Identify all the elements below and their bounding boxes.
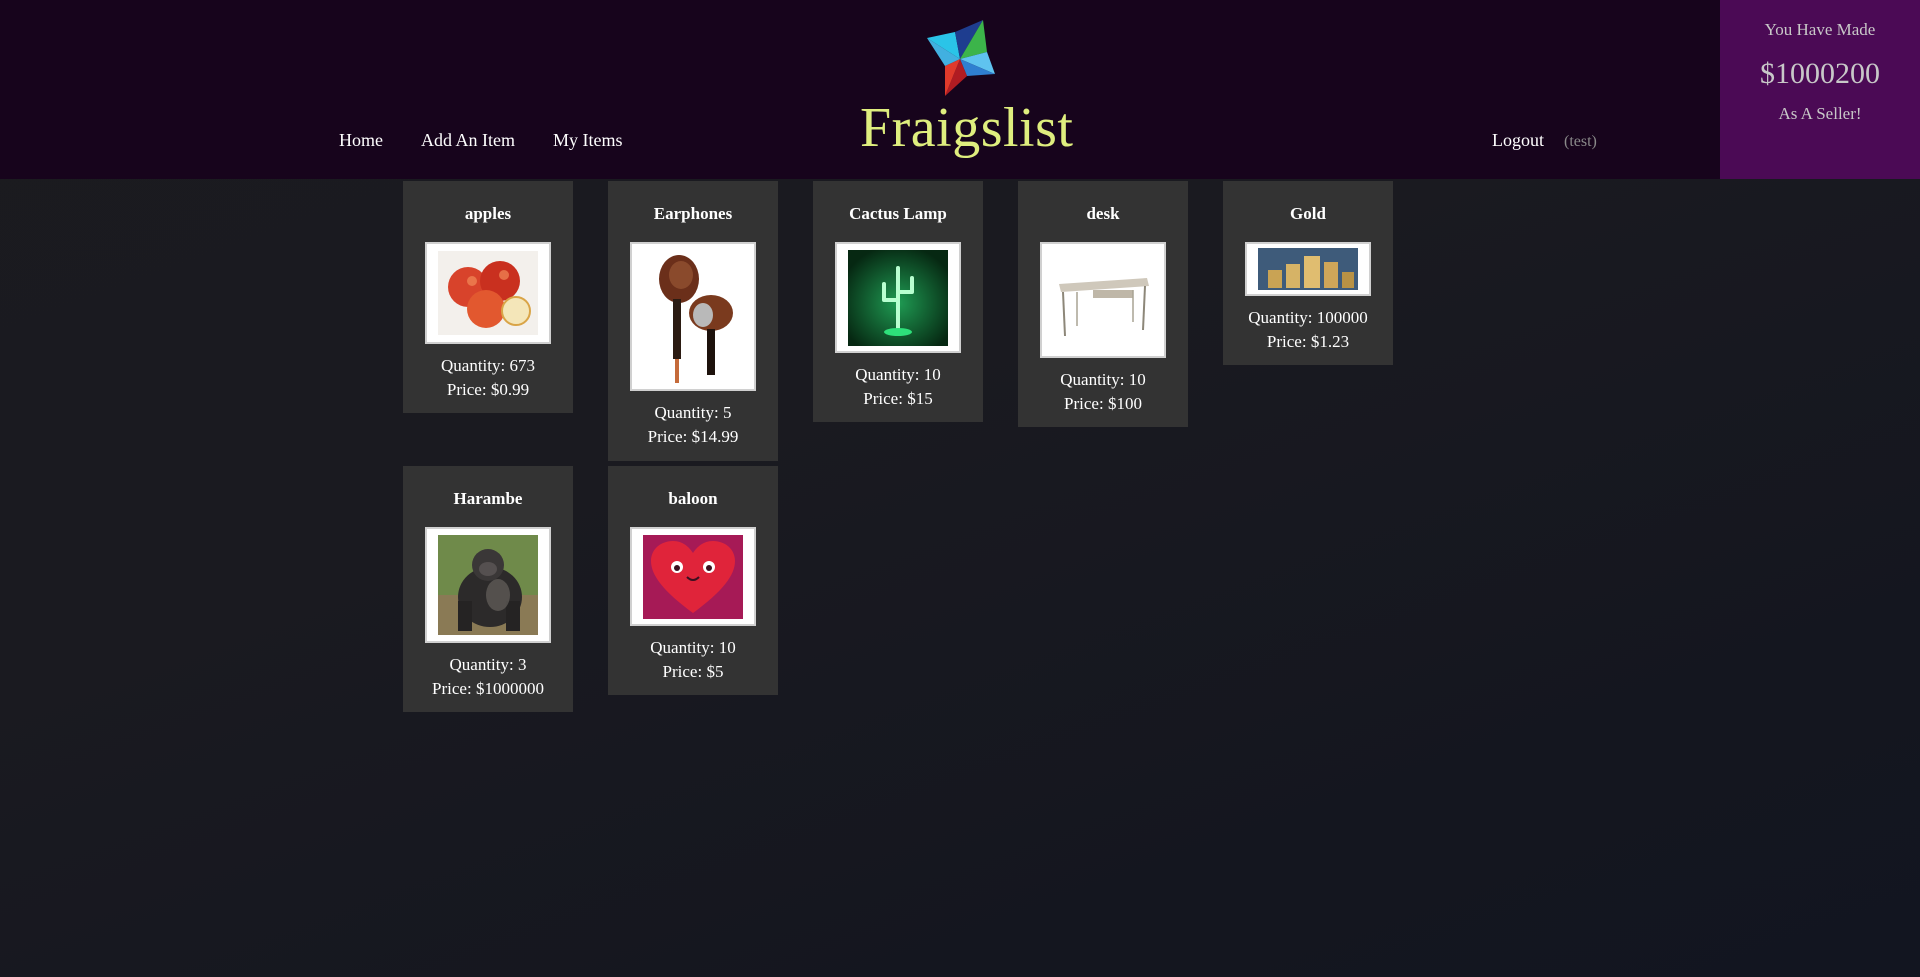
item-quantity: Quantity: 3 bbox=[449, 655, 527, 674]
item-quantity: Quantity: 10 bbox=[855, 365, 941, 384]
account-area: Logout (test) bbox=[1492, 130, 1597, 151]
item-card[interactable]: Earphones Quantity: 5 Price: $14.99 bbox=[608, 181, 778, 461]
item-price: Price: $5 bbox=[662, 662, 724, 681]
logo-text: Fraigslist bbox=[860, 97, 1074, 159]
item-name: Earphones bbox=[653, 204, 733, 223]
gold-coins-image bbox=[1245, 242, 1371, 296]
earnings-panel: You Have Made $1000200 As A Seller! bbox=[1720, 0, 1920, 179]
apples-image bbox=[425, 242, 551, 344]
item-card[interactable]: baloon Quantity: 10 Price: $5 bbox=[608, 466, 778, 695]
item-quantity: Quantity: 100000 bbox=[1248, 308, 1368, 327]
pinwheel-icon bbox=[927, 20, 995, 96]
item-price: Price: $1000000 bbox=[432, 679, 544, 698]
item-name: baloon bbox=[668, 489, 718, 508]
site-logo[interactable]: Fraigslist bbox=[860, 14, 1074, 159]
site-header: Home Add An Item My Items Fraigslist Log… bbox=[0, 0, 1920, 179]
item-price: Price: $100 bbox=[1064, 394, 1142, 413]
item-price: Price: $14.99 bbox=[647, 427, 739, 446]
heart-balloon-image bbox=[630, 527, 756, 626]
item-card[interactable]: apples Quantity: 673 Price: $0.99 bbox=[403, 181, 573, 413]
item-quantity: Quantity: 673 bbox=[441, 356, 535, 375]
item-name: Harambe bbox=[453, 489, 523, 508]
item-quantity: Quantity: 10 bbox=[650, 638, 736, 657]
item-price: Price: $0.99 bbox=[446, 380, 530, 399]
main-nav: Home Add An Item My Items bbox=[339, 130, 661, 151]
item-quantity: Quantity: 10 bbox=[1060, 370, 1146, 389]
nav-my-items-link[interactable]: My Items bbox=[553, 130, 623, 151]
item-price: Price: $1.23 bbox=[1266, 332, 1350, 351]
item-name: Gold bbox=[1290, 204, 1326, 223]
logout-link[interactable]: Logout bbox=[1492, 130, 1544, 151]
gorilla-image bbox=[425, 527, 551, 643]
item-card[interactable]: Gold Quantity: 100000 Price: $1.23 bbox=[1223, 181, 1393, 365]
desk-image bbox=[1040, 242, 1166, 358]
item-price: Price: $15 bbox=[863, 389, 933, 408]
earnings-caption: As A Seller! bbox=[1778, 104, 1862, 123]
item-card[interactable]: Harambe Quantity: 3 Price: $1000000 bbox=[403, 466, 573, 712]
nav-add-item-link[interactable]: Add An Item bbox=[421, 130, 515, 151]
nav-home-link[interactable]: Home bbox=[339, 130, 383, 151]
item-quantity: Quantity: 5 bbox=[654, 403, 732, 422]
cactus-lamp-image bbox=[835, 242, 961, 353]
earnings-heading: You Have Made bbox=[1764, 20, 1876, 39]
item-card[interactable]: desk Quantity: 10 Price: $100 bbox=[1018, 181, 1188, 427]
earnings-amount: $1000200 bbox=[1760, 57, 1880, 90]
item-card[interactable]: Cactus Lamp Quantity: 10 Price: $15 bbox=[813, 181, 983, 422]
item-name: desk bbox=[1086, 204, 1120, 223]
item-name: apples bbox=[464, 204, 512, 223]
item-name: Cactus Lamp bbox=[849, 204, 947, 223]
username-label: (test) bbox=[1564, 133, 1597, 150]
earphones-image bbox=[630, 242, 756, 391]
